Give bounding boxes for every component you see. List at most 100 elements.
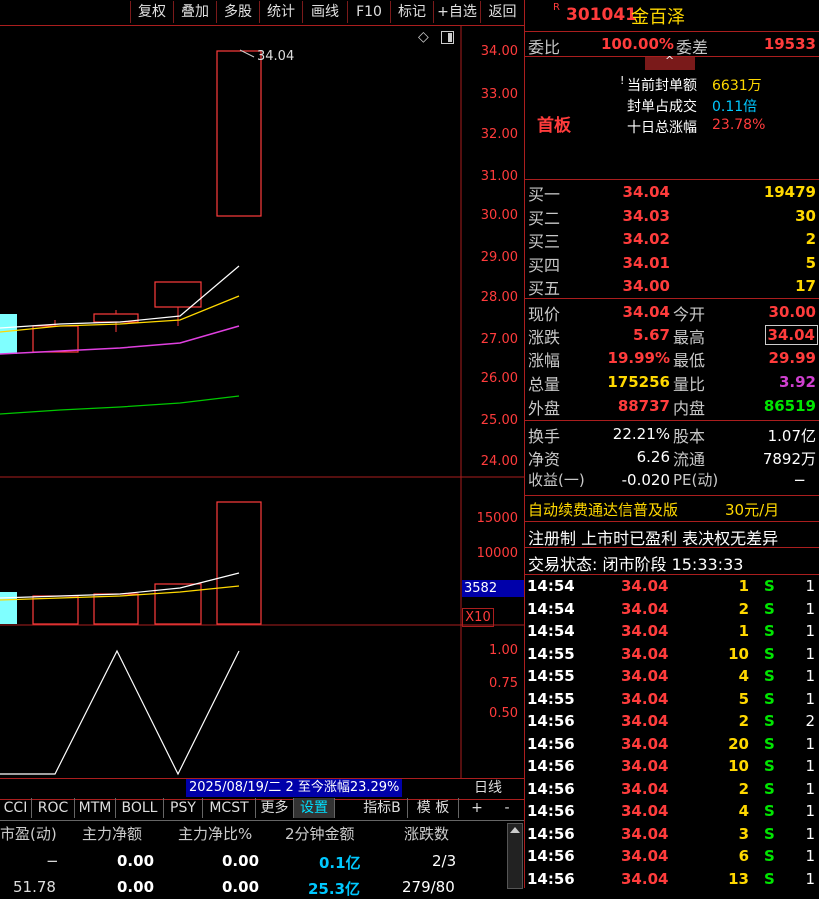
tags-text: 注册制 上市时已盈利 表决权无差异 <box>528 529 779 548</box>
trade-row: 14:56 34.04 4 S 1 <box>524 800 819 823</box>
tab-template[interactable]: 模 板 <box>408 798 459 818</box>
volume-unit-label: X10 <box>462 608 494 627</box>
tab-plus-button[interactable]: + <box>466 798 488 818</box>
ten-day-value: 23.78% <box>712 117 766 133</box>
trade-side: S <box>764 802 775 820</box>
toolbar-mark-button[interactable]: 标记 <box>390 1 433 23</box>
volume-bar <box>32 595 79 625</box>
tab-roc[interactable]: ROC <box>32 798 75 818</box>
tab-settings[interactable]: 设置 <box>294 798 335 818</box>
trade-side: S <box>764 779 775 798</box>
trade-volume: 1 <box>738 577 749 595</box>
trade-price: 34.04 <box>621 802 669 820</box>
trade-count: 1 <box>805 869 815 888</box>
bid-row[interactable]: 买三 34.02 2 <box>525 227 819 251</box>
trade-price: 34.04 <box>621 644 669 663</box>
seal-ratio-value: 0.11倍 <box>712 99 758 115</box>
trade-status-text: 交易状态: 闭市阶段 15:33:33 <box>528 555 744 574</box>
toolbar-multistock-button[interactable]: 多股 <box>216 1 259 23</box>
toolbar-overlay-button[interactable]: 叠加 <box>173 1 216 23</box>
trade-count: 1 <box>805 824 815 843</box>
trade-ticks[interactable]: 14:54 34.04 1 S 1 14:54 34.04 2 S 1 14:54 34.04 1 S 1 1… <box>524 575 819 888</box>
weibi-label: 委比 <box>528 38 561 57</box>
trade-price: 34.04 <box>621 847 669 865</box>
collapse-toggle[interactable]: ^ <box>645 54 695 70</box>
trade-side: S <box>764 869 775 888</box>
quote-label-change: 涨跌 <box>528 328 561 347</box>
float-value: 7892万 <box>762 450 816 468</box>
toolbar-back-button[interactable]: 返回 <box>480 1 524 23</box>
trade-count: 1 <box>805 847 815 865</box>
tab-boll[interactable]: BOLL <box>116 798 164 818</box>
tab-psy[interactable]: PSY <box>164 798 203 818</box>
seal-amount-value: 6631万 <box>712 78 762 94</box>
price-tick: 30.00 <box>480 208 518 223</box>
trade-side: S <box>764 734 775 753</box>
bid-row[interactable]: 买五 34.00 17 <box>525 274 819 298</box>
trade-volume: 10 <box>728 644 749 663</box>
diamond-icon[interactable]: ◇ <box>418 29 429 45</box>
trade-row: 14:55 34.04 4 S 1 <box>524 665 819 688</box>
stock-name: 金百泽 <box>631 7 685 28</box>
tab-mtm[interactable]: MTM <box>75 798 116 818</box>
trade-side: S <box>764 757 775 775</box>
trade-volume: 3 <box>738 824 749 843</box>
tab-minus-button[interactable]: - <box>496 798 518 818</box>
net-asset-value: 6.26 <box>636 448 670 466</box>
range-info-label: 2025/08/19/二 2 至今涨幅23.29% <box>186 779 403 797</box>
trade-price: 34.04 <box>621 577 669 595</box>
tab-indicator-b[interactable]: 指标B <box>357 798 408 818</box>
chevron-up-icon: ^ <box>665 54 675 67</box>
toolbar-stats-button[interactable]: 统计 <box>259 1 302 23</box>
trade-time: 14:56 <box>527 802 575 820</box>
fundamentals-block: 换手 22.21% 股本 1.07亿 净资 6.26 流通 7892万 收益(一… <box>525 421 819 496</box>
bid-book: 买一 34.04 19479 买二 34.03 30 买三 34.02 2 买四… <box>525 180 819 299</box>
trade-volume: 6 <box>738 847 749 865</box>
bid-volume: 19479 <box>763 183 816 201</box>
scroll-up-icon[interactable] <box>510 827 520 833</box>
price-tick: 25.00 <box>480 413 518 428</box>
share-capital-value: 1.07亿 <box>767 427 816 445</box>
net-asset-label: 净资 <box>528 450 561 469</box>
trade-side: S <box>764 622 775 640</box>
toolbar-f10-button[interactable]: F10 <box>347 1 390 23</box>
toolbar-add-watchlist-button[interactable]: +自选 <box>433 1 480 23</box>
ten-day-label: 十日总涨幅 <box>627 120 697 136</box>
volume-panel[interactable] <box>0 478 524 626</box>
bid-row[interactable]: 买四 34.01 5 <box>525 251 819 275</box>
bid-row[interactable]: 买一 34.04 19479 <box>525 180 819 204</box>
trade-row: 14:56 34.04 3 S 1 <box>524 823 819 846</box>
tab-cci[interactable]: CCI <box>0 798 32 818</box>
trade-status: 交易状态: 闭市阶段 15:33:33 <box>525 548 819 575</box>
chart-area[interactable]: 复权 叠加 多股 统计 画线 F10 标记 +自选 返回 34.04 ◇ 34.… <box>0 0 524 820</box>
high-price-label: 34.04 <box>257 49 295 64</box>
quote-label-outer: 外盘 <box>528 399 561 418</box>
volume-tick: 10000 <box>476 546 518 561</box>
trade-price: 34.04 <box>621 757 669 775</box>
indicator-panel[interactable] <box>0 626 524 778</box>
bid-price: 34.01 <box>622 253 670 272</box>
current-price: 34.04 <box>622 303 670 321</box>
trade-time: 14:56 <box>527 734 575 753</box>
toolbar-draw-button[interactable]: 画线 <box>302 1 347 23</box>
trade-side: S <box>764 667 775 685</box>
period-label[interactable]: 日线 <box>474 779 502 797</box>
trade-volume: 13 <box>728 869 749 888</box>
scrollbar[interactable] <box>507 823 523 889</box>
quote-label-inner: 内盘 <box>673 399 706 418</box>
toolbar-fuquan-button[interactable]: 复权 <box>130 1 173 23</box>
trade-row: 14:54 34.04 1 S 1 <box>524 575 819 598</box>
bid-volume: 17 <box>795 277 816 295</box>
tab-mcst[interactable]: MCST <box>203 798 256 818</box>
table-cell: 0.00 <box>222 852 260 870</box>
tab-more[interactable]: 更多 <box>256 798 294 818</box>
trade-side: S <box>764 577 775 595</box>
kline-price-panel[interactable] <box>0 26 524 478</box>
total-volume: 175256 <box>607 373 670 391</box>
bid-row[interactable]: 买二 34.03 30 <box>525 204 819 228</box>
promo-banner[interactable]: 自动续费通达信普及版 30元/月 <box>525 496 819 522</box>
trade-time: 14:56 <box>527 847 575 865</box>
layout-toggle-icon[interactable] <box>441 31 454 44</box>
trade-time: 14:56 <box>527 869 575 888</box>
price-axis: 34.00 33.00 32.00 31.00 30.00 29.00 28.0… <box>462 26 524 478</box>
